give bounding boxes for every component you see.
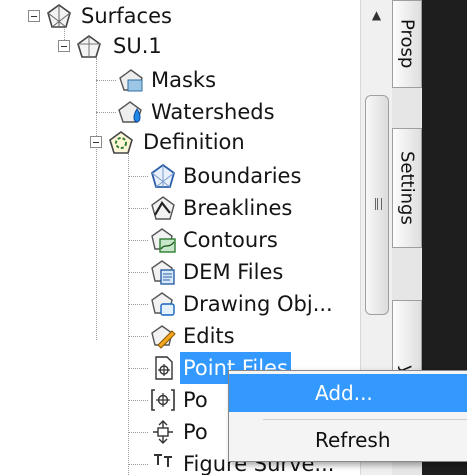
tree-line: [128, 464, 148, 465]
tree-line: [128, 400, 148, 401]
tree-item-su1[interactable]: SU.1: [110, 30, 165, 62]
tree-item-dem-files[interactable]: DEM Files: [180, 256, 286, 288]
tree-line: [96, 80, 116, 81]
tab-settings[interactable]: Settings: [392, 128, 422, 248]
point-survey-queries-icon: [150, 419, 176, 445]
tree-item-label: Masks: [151, 68, 217, 92]
tree-item-watersheds[interactable]: Watersheds: [148, 96, 278, 128]
tree-item-label: DEM Files: [183, 260, 284, 284]
tree-item-label: Edits: [183, 324, 235, 348]
figure-survey-icon: [150, 451, 176, 475]
tree-item-label: Watersheds: [151, 100, 275, 124]
tree-item-label: Breaklines: [183, 196, 293, 220]
masks-icon: [118, 67, 144, 93]
point-groups-icon: [150, 387, 176, 413]
menu-separator: [263, 419, 467, 420]
tree-item-label: Boundaries: [183, 164, 302, 188]
tree-line: [128, 304, 148, 305]
contours-icon: [150, 227, 176, 253]
surface-icon: [76, 33, 102, 59]
scroll-grip-icon: [375, 198, 382, 210]
tree-item-drawing-objects[interactable]: Drawing Obj...: [180, 288, 336, 320]
tree-line: [128, 154, 129, 475]
menu-item-refresh[interactable]: Refresh: [229, 421, 467, 459]
dem-files-icon: [150, 259, 176, 285]
tree-line: [96, 112, 116, 113]
menu-item-label: Refresh: [315, 428, 391, 452]
edits-icon: [150, 323, 176, 349]
tree-item-label: SU.1: [113, 34, 162, 58]
scroll-up-arrow-icon[interactable]: ▲: [361, 0, 392, 30]
tree-item-definition[interactable]: Definition: [140, 126, 248, 158]
collapse-su1-toggle[interactable]: [58, 40, 70, 52]
tree-item-breaklines[interactable]: Breaklines: [180, 192, 295, 224]
tree-line: [128, 432, 148, 433]
tree-line: [128, 208, 148, 209]
tab-prospector[interactable]: Prosp: [392, 0, 422, 88]
tree-item-label: Drawing Obj...: [183, 292, 333, 316]
tree-item-edits[interactable]: Edits: [180, 320, 238, 352]
tab-label: Prosp: [396, 19, 418, 69]
tree-item-contours[interactable]: Contours: [180, 224, 281, 256]
tree-line: [128, 336, 148, 337]
collapse-surfaces-toggle[interactable]: [28, 10, 40, 22]
tree-line: [96, 58, 97, 340]
menu-item-label: Add...: [315, 381, 373, 405]
tree-item-boundaries[interactable]: Boundaries: [180, 160, 304, 192]
tree-line: [128, 240, 148, 241]
tree-item-label: Definition: [143, 130, 245, 154]
watersheds-icon: [118, 99, 144, 125]
boundaries-icon: [150, 163, 176, 189]
tree-line: [128, 272, 148, 273]
collapse-definition-toggle[interactable]: [90, 136, 102, 148]
surfaces-icon: [46, 3, 72, 29]
tree-item-label: Po: [183, 420, 208, 444]
context-menu: Add... Refresh: [228, 370, 467, 462]
tree-line: [128, 368, 148, 369]
drawing-objects-icon: [150, 291, 176, 317]
definition-icon: [108, 129, 134, 155]
tree-item-point-survey-queries[interactable]: Po: [180, 416, 211, 448]
tree-item-surfaces[interactable]: Surfaces: [78, 0, 175, 32]
tree-line: [128, 176, 148, 177]
tree-item-label: Contours: [183, 228, 278, 252]
tab-label: Settings: [396, 151, 418, 225]
point-files-icon: [150, 355, 176, 381]
tree-item-label: Po: [183, 388, 208, 412]
tree-item-masks[interactable]: Masks: [148, 64, 219, 96]
tree-item-label: Surfaces: [81, 4, 172, 28]
tree-item-point-groups[interactable]: Po: [180, 384, 211, 416]
breaklines-icon: [150, 195, 176, 221]
menu-item-add[interactable]: Add...: [229, 374, 467, 412]
scrollbar-thumb[interactable]: [365, 95, 389, 315]
